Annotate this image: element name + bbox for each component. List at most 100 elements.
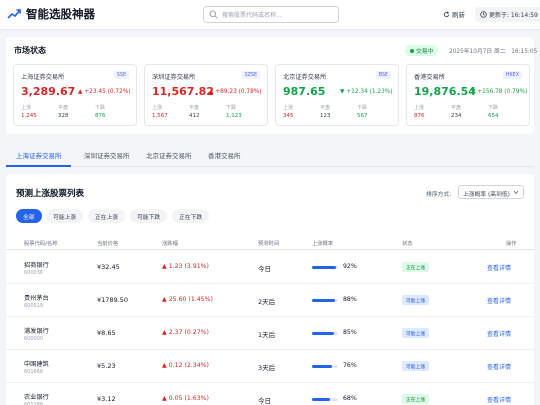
- column-header: 股票代码/名称: [24, 241, 58, 247]
- tab-bse[interactable]: 北京证券交易所: [146, 150, 192, 160]
- stock-change: ▲ 0.12 (2.34%): [162, 362, 209, 369]
- exchange-card[interactable]: 深圳证券交易所 SZSE 11,567.82 ▲ +89.23 (0.78%) 上涨 1,…: [144, 64, 268, 126]
- app-title: 智能选股神器: [26, 7, 95, 21]
- column-header: 操作: [506, 241, 517, 247]
- stock-code: 600000: [24, 336, 44, 342]
- filter-may-rise[interactable]: 可能上涨: [46, 209, 84, 223]
- index-change: ▲ +89.23 (0.78%): [209, 89, 262, 95]
- sort-value: 上涨概率 (高到低): [463, 192, 510, 198]
- flat-count: 234: [451, 113, 462, 119]
- filter-falling[interactable]: 正在下跌: [172, 209, 210, 223]
- exchange-tabs: 上海证券交易所 深圳证券交易所 北京证券交易所 香港交易所: [6, 145, 534, 167]
- status-badge: 正在上涨: [402, 262, 430, 272]
- update-time-text: 更新于: 16:14:59: [489, 12, 538, 19]
- trading-status-badge: 交易中: [405, 45, 439, 56]
- probability-bar: [312, 365, 338, 368]
- exchange-tag: HKEX: [502, 71, 522, 79]
- down-count: 876: [95, 113, 106, 119]
- stock-name: 招商银行: [24, 262, 49, 269]
- index-value: 3,289.67: [21, 85, 76, 98]
- exchange-name: 上海证券交易所: [21, 74, 65, 81]
- probability-bar: [312, 299, 338, 302]
- refresh-label: 刷新: [452, 11, 465, 19]
- search-icon: [209, 10, 218, 19]
- arrow-up-icon: ▲: [162, 395, 167, 402]
- exchange-card[interactable]: 香港交易所 HKEX 19,876.54 ▼ +156.78 (0.79%) 上涨 876…: [406, 64, 530, 126]
- stock-code: 600036: [24, 270, 44, 276]
- refresh-icon: [443, 11, 450, 17]
- view-details-link[interactable]: 查看详情: [487, 263, 511, 272]
- stock-price: ¥3.12: [97, 395, 116, 403]
- view-details-link[interactable]: 查看详情: [487, 362, 511, 371]
- flat-count: 412: [189, 113, 200, 119]
- stat-label: 下跌: [488, 105, 499, 111]
- tab-szse[interactable]: 深圳证券交易所: [84, 150, 130, 160]
- stock-list-panel: 预测上涨股票列表 排序方式: 上涨概率 (高到低) 全部 可能上涨 正在上涨 可…: [6, 174, 534, 405]
- arrow-up-icon: ▲: [162, 296, 167, 303]
- probability-bar: [312, 398, 338, 401]
- status-badge: 可能上涨: [402, 295, 430, 305]
- exchange-name: 北京证券交易所: [283, 74, 327, 81]
- flat-count: 123: [320, 113, 331, 119]
- tab-hkex[interactable]: 香港交易所: [208, 150, 241, 160]
- filter-rising[interactable]: 正在上涨: [88, 209, 126, 223]
- exchange-tag: BSE: [375, 71, 391, 79]
- stock-name: 浦发银行: [24, 328, 49, 335]
- table-header: 股票代码/名称 当前价格 涨跌幅 预测时间 上涨概率 状态 操作: [6, 234, 534, 250]
- clock-icon: [480, 11, 487, 18]
- column-header: 状态: [402, 241, 413, 247]
- filter-may-fall[interactable]: 可能下跌: [130, 209, 168, 223]
- probability-value: 85%: [343, 329, 357, 336]
- active-tab-indicator: [6, 165, 71, 167]
- exchange-card[interactable]: 上海证券交易所 SSE 3,289.67 ▲ +23.45 (0.72%) 上涨 1,24…: [13, 64, 137, 126]
- update-time-badge: 更新于: 16:14:59: [475, 7, 540, 22]
- exchange-stats: 上涨 345 平盘 123 下跌 567: [283, 104, 393, 122]
- view-details-link[interactable]: 查看详情: [487, 395, 511, 404]
- search-input[interactable]: 搜索股票代码或名称...: [203, 6, 339, 23]
- table-row: 贵州茅台 600519 ¥1789.50 ▲ 25.60 (1.45%) 2天后 88% 可…: [6, 284, 534, 317]
- down-count: 567: [357, 113, 368, 119]
- exchange-stats: 上涨 876 平盘 234 下跌 654: [414, 104, 524, 122]
- probability-bar: [312, 266, 338, 269]
- stock-change: ▲ 0.05 (1.63%): [162, 395, 209, 402]
- stock-change: ▲ 25.60 (1.45%): [162, 296, 213, 303]
- trending-up-logo-icon: [7, 9, 21, 19]
- exchange-tag: SSE: [113, 71, 129, 79]
- arrow-up-icon: ▲: [209, 89, 214, 95]
- market-status-title: 市场状态: [14, 46, 46, 55]
- status-badge: 可能上涨: [402, 361, 430, 371]
- stat-label: 下跌: [226, 105, 237, 111]
- prediction-time: 今日: [258, 265, 271, 273]
- prediction-time: 2天后: [258, 298, 276, 306]
- sort-select[interactable]: 上涨概率 (高到低): [458, 185, 524, 199]
- prediction-time: 今日: [258, 397, 271, 405]
- probability-value: 68%: [343, 395, 357, 402]
- table-row: 农业银行 601288 ¥3.12 ▲ 0.05 (1.63%) 今日 68% 正在上涨 查看…: [6, 383, 534, 405]
- column-header: 当前价格: [97, 241, 119, 247]
- stat-label: 平盘: [320, 105, 331, 111]
- market-datetime: 2025年10月7日 周二 16:15:05: [449, 49, 538, 55]
- probability-bar-fill: [312, 266, 336, 269]
- probability-bar-fill: [312, 398, 330, 401]
- index-change: ▼ +12.34 (1.23%): [340, 89, 393, 95]
- index-change: ▲ +23.45 (0.72%): [78, 89, 131, 95]
- up-count: 345: [283, 113, 294, 119]
- arrow-up-icon: ▲: [162, 263, 167, 270]
- view-details-link[interactable]: 查看详情: [487, 296, 511, 305]
- filter-all[interactable]: 全部: [16, 209, 42, 223]
- probability-bar-fill: [312, 365, 332, 368]
- refresh-button[interactable]: 刷新: [443, 9, 465, 19]
- exchange-card[interactable]: 北京证券交易所 BSE 987.65 ▼ +12.34 (1.23%) 上涨 345 平盘 1…: [275, 64, 399, 126]
- stat-label: 上涨: [414, 105, 425, 111]
- tab-sse[interactable]: 上海证券交易所: [16, 150, 62, 160]
- view-details-link[interactable]: 查看详情: [487, 329, 511, 338]
- up-count: 1,567: [152, 113, 168, 119]
- stat-label: 平盘: [189, 105, 200, 111]
- market-status-panel: 市场状态 交易中 2025年10月7日 周二 16:15:05 上海证券交易所 S…: [6, 37, 538, 134]
- status-dot-icon: [410, 48, 414, 53]
- stock-code: 601668: [24, 369, 44, 375]
- index-value: 19,876.54: [414, 85, 476, 98]
- up-count: 1,245: [21, 113, 37, 119]
- probability-value: 76%: [343, 362, 357, 369]
- probability-bar-fill: [312, 299, 335, 302]
